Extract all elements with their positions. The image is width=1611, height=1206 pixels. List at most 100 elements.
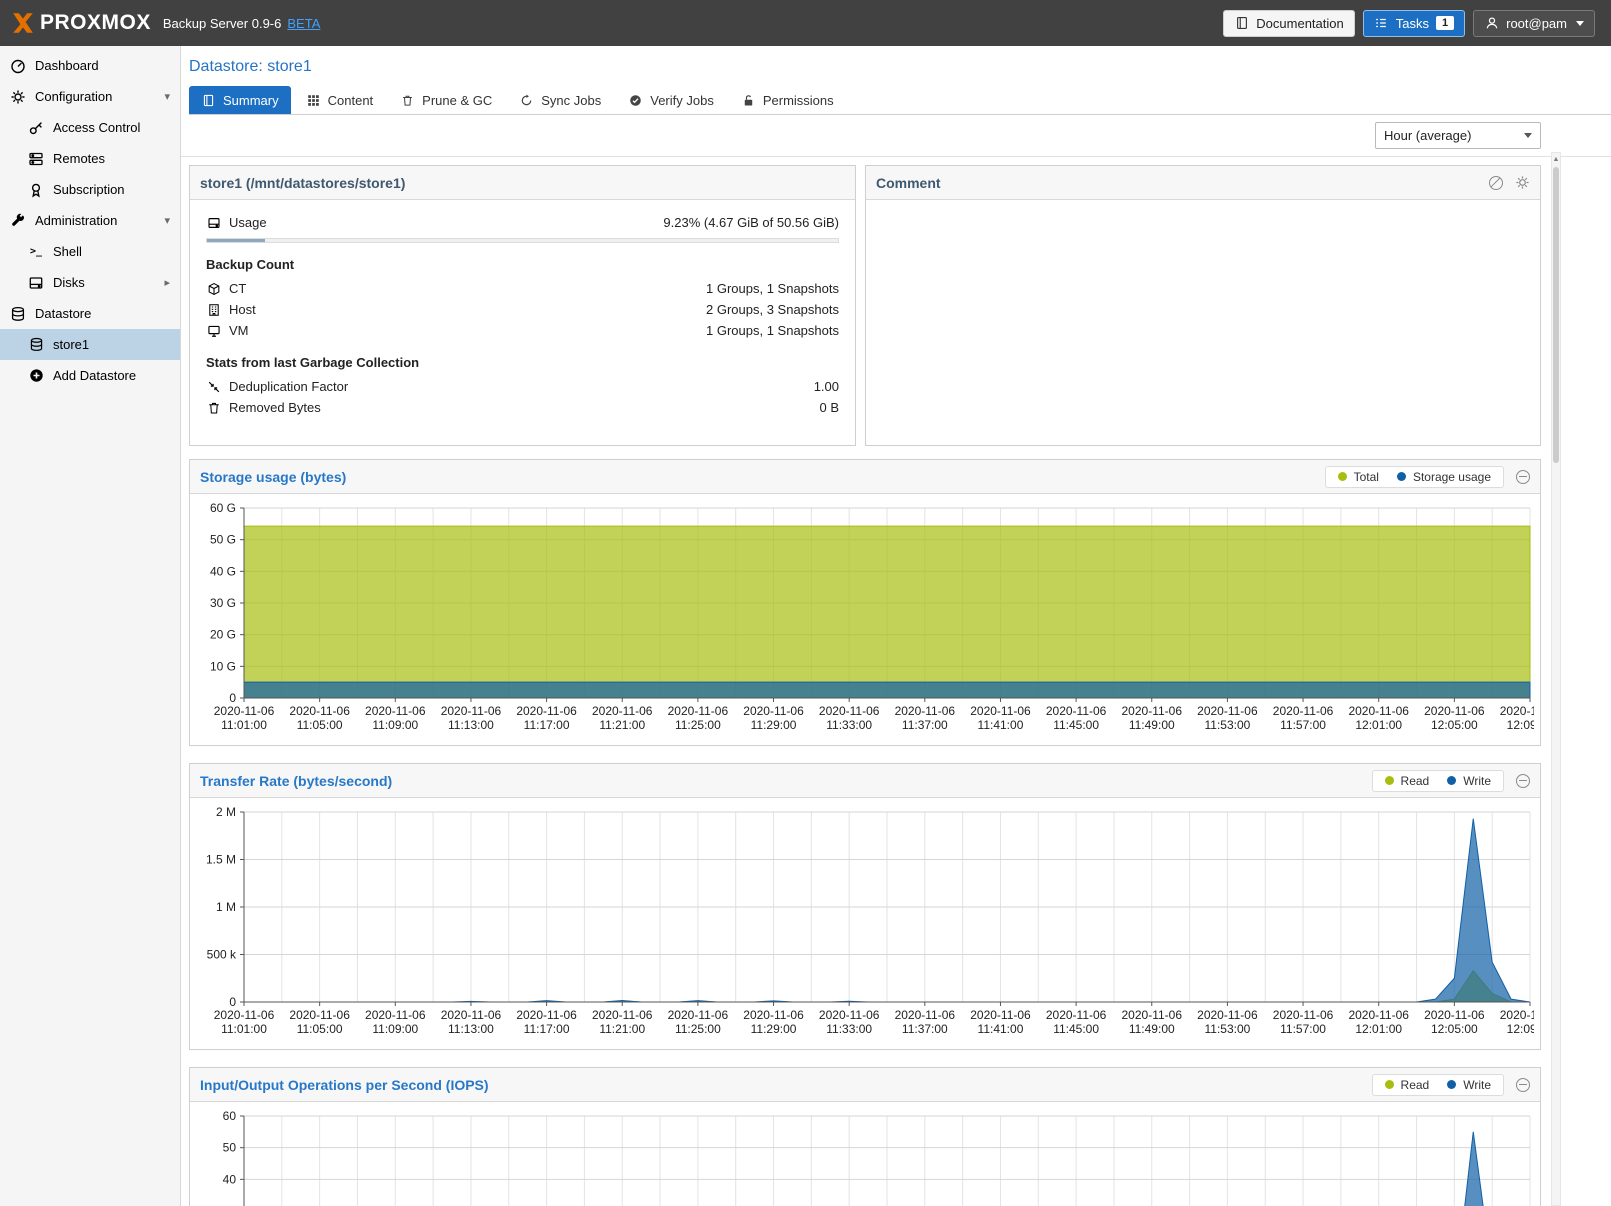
removed-bytes-value: 0 B [819,400,839,415]
sidebar-item-shell[interactable]: >_ Shell [0,236,180,267]
tab-label: Prune & GC [422,93,492,108]
no-edit-icon[interactable] [1489,176,1503,190]
ct-count-row: CT 1 Groups, 1 Snapshots [206,278,839,299]
tab-content[interactable]: Content [294,86,386,114]
gear-icon[interactable] [1515,175,1530,190]
sidebar-item-dashboard[interactable]: Dashboard [0,50,180,81]
gear-icon [10,89,26,105]
svg-text:11:13:00: 11:13:00 [448,1022,494,1036]
sidebar-item-disks[interactable]: Disks ▸ [0,267,180,298]
comment-body[interactable] [866,200,1540,445]
svg-text:11:37:00: 11:37:00 [902,718,948,732]
svg-text:11:05:00: 11:05:00 [297,1022,343,1036]
legend: Read Write [1372,770,1504,792]
sidebar-item-remotes[interactable]: Remotes [0,143,180,174]
svg-text:500 k: 500 k [207,948,237,962]
comment-panel: Comment [865,165,1541,446]
sidebar-item-administration[interactable]: Administration ▾ [0,205,180,236]
svg-text:11:09:00: 11:09:00 [372,1022,418,1036]
top-bar: PROXMOX Backup Server 0.9-6 BETA Documen… [0,0,1611,46]
legend-label: Write [1463,1078,1491,1092]
time-range-select[interactable]: Hour (average) [1375,122,1541,149]
collapse-icon[interactable] [1516,774,1530,788]
sidebar-item-store1[interactable]: store1 [0,329,180,360]
sidebar-item-datastore[interactable]: Datastore [0,298,180,329]
svg-text:2020-11-06: 2020-11-06 [970,1008,1031,1022]
user-icon [1484,16,1499,31]
ct-label: CT [229,281,246,296]
svg-text:2020-11-06: 2020-11-06 [592,1008,653,1022]
svg-text:11:29:00: 11:29:00 [751,718,797,732]
trash-icon [400,93,415,108]
host-label: Host [229,302,256,317]
scrollbar[interactable]: ▲ [1551,152,1561,1206]
svg-text:12:01:00: 12:01:00 [1355,1022,1402,1036]
chevron-down-icon: ▾ [164,90,170,103]
svg-text:0: 0 [229,995,236,1009]
legend-item-total[interactable]: Total [1338,470,1379,484]
user-menu-button[interactable]: root@pam [1473,10,1595,37]
sidebar-item-access-control[interactable]: Access Control [0,112,180,143]
usage-progress-fill [207,239,265,242]
svg-text:12:01:00: 12:01:00 [1355,718,1402,732]
collapse-icon[interactable] [1516,470,1530,484]
sidebar-item-subscription[interactable]: Subscription [0,174,180,205]
svg-text:2020-11-06: 2020-11-06 [1197,704,1258,718]
sidebar-item-configuration[interactable]: Configuration ▾ [0,81,180,112]
svg-text:11:57:00: 11:57:00 [1280,1022,1326,1036]
scrollbar-thumb[interactable] [1553,167,1559,463]
svg-text:11:25:00: 11:25:00 [675,718,721,732]
tasks-count-badge: 1 [1436,16,1454,30]
svg-text:2020-11-06: 2020-11-06 [743,1008,804,1022]
tab-label: Summary [223,93,279,108]
sidebar-item-label: Administration [35,213,117,228]
legend-item-read[interactable]: Read [1385,774,1430,788]
tasks-button[interactable]: Tasks 1 [1363,10,1465,37]
svg-text:2020-11-06: 2020-11-06 [592,704,653,718]
sidebar-item-label: Shell [53,244,82,259]
legend-dot [1397,472,1406,481]
svg-text:11:17:00: 11:17:00 [524,718,570,732]
scroll-up-arrow[interactable]: ▲ [1552,153,1560,165]
gc-stats-heading: Stats from last Garbage Collection [206,355,839,370]
tab-permissions[interactable]: Permissions [729,86,846,114]
svg-text:30 G: 30 G [210,596,236,610]
legend-label: Read [1401,774,1430,788]
svg-text:11:33:00: 11:33:00 [826,1022,872,1036]
legend-item-write[interactable]: Write [1447,774,1491,788]
legend-item-write[interactable]: Write [1447,1078,1491,1092]
tab-summary[interactable]: Summary [189,86,291,114]
tab-prune-gc[interactable]: Prune & GC [388,86,504,114]
svg-text:0: 0 [229,691,236,705]
svg-text:2020-11-06: 2020-11-06 [1348,1008,1409,1022]
chevron-down-icon [1524,133,1532,138]
server-stack-icon [28,151,44,167]
time-range-value: Hour (average) [1384,128,1522,143]
sidebar-item-label: Configuration [35,89,112,104]
svg-text:11:49:00: 11:49:00 [1129,718,1175,732]
svg-text:11:01:00: 11:01:00 [221,718,267,732]
svg-text:11:41:00: 11:41:00 [978,718,1024,732]
svg-text:2020-11-06: 2020-11-06 [1273,1008,1334,1022]
svg-text:50: 50 [223,1141,237,1155]
beta-link[interactable]: BETA [287,16,320,31]
iops-header: Input/Output Operations per Second (IOPS… [190,1068,1540,1102]
hard-disk-icon [28,275,44,291]
datastore-icon [28,337,44,353]
tab-verify-jobs[interactable]: Verify Jobs [616,86,726,114]
grid-icon [306,93,321,108]
comment-title: Comment [876,175,941,191]
tab-sync-jobs[interactable]: Sync Jobs [507,86,613,114]
documentation-button[interactable]: Documentation [1223,10,1354,37]
transfer-rate-header: Transfer Rate (bytes/second) Read Write [190,764,1540,798]
brand-text: PROXMOX [40,11,151,35]
legend-item-read[interactable]: Read [1385,1078,1430,1092]
svg-text:2020-11-06: 2020-11-06 [668,1008,729,1022]
legend-item-storage-usage[interactable]: Storage usage [1397,470,1491,484]
legend-label: Total [1354,470,1379,484]
sidebar-item-add-datastore[interactable]: Add Datastore [0,360,180,391]
tab-label: Permissions [763,93,834,108]
svg-text:12:05:00: 12:05:00 [1431,1022,1478,1036]
transfer-rate-title: Transfer Rate (bytes/second) [200,773,392,789]
collapse-icon[interactable] [1516,1078,1530,1092]
